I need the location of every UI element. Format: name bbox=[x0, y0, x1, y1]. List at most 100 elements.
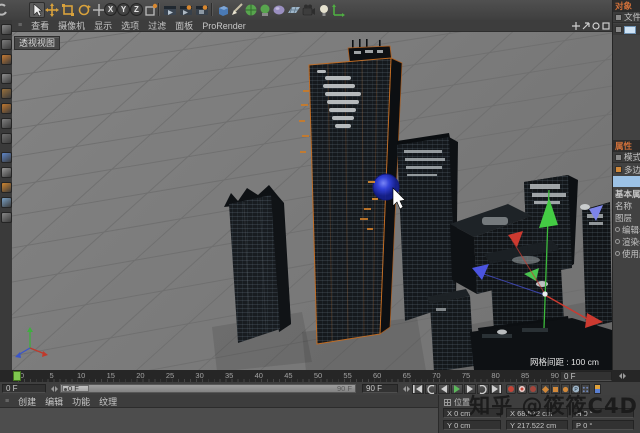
current-frame-field[interactable]: 0 F bbox=[560, 371, 612, 381]
keying-preset-icon[interactable] bbox=[594, 384, 601, 394]
dock-tool-icon[interactable] bbox=[1, 88, 12, 99]
tab-objects[interactable]: 对象 bbox=[613, 0, 640, 12]
objects-file-menu[interactable]: 文件 bbox=[613, 12, 640, 23]
vp-menu-camera[interactable]: 摄像机 bbox=[58, 19, 85, 32]
coordinate-system-icon[interactable] bbox=[143, 2, 159, 18]
scale-tool-icon[interactable] bbox=[60, 2, 76, 18]
attr-row-renderer-visible[interactable]: 渲染器可见 bbox=[613, 236, 640, 247]
vp-menu-options[interactable]: 选项 bbox=[121, 19, 139, 32]
end-frame-field[interactable]: 90 F bbox=[362, 384, 398, 393]
autokey-button[interactable] bbox=[517, 384, 527, 394]
dock-tool-icon[interactable] bbox=[1, 24, 12, 35]
goto-end-button[interactable] bbox=[490, 384, 502, 394]
size-y-field[interactable]: Y 217.522 cm bbox=[506, 420, 568, 430]
camera-icon[interactable] bbox=[301, 2, 317, 18]
loop-start-field[interactable]: 0 F bbox=[2, 384, 46, 393]
mat-menu-function[interactable]: 功能 bbox=[72, 395, 90, 408]
live-selection-tool-icon[interactable] bbox=[29, 2, 45, 18]
loop-start-dec-icon[interactable] bbox=[48, 386, 54, 392]
play-forward-button[interactable] bbox=[451, 384, 463, 394]
play-reverse-button[interactable] bbox=[425, 384, 437, 394]
dock-tool-icon[interactable] bbox=[1, 133, 12, 144]
building-left-tower[interactable] bbox=[224, 185, 291, 343]
mat-menu-edit[interactable]: 编辑 bbox=[45, 395, 63, 408]
mat-menu-create[interactable]: 创建 bbox=[18, 395, 36, 408]
goto-start-button[interactable] bbox=[412, 384, 424, 394]
position-y-field[interactable]: Y 0 cm bbox=[443, 420, 501, 430]
material-manager-area[interactable] bbox=[0, 408, 438, 433]
toggle-circle-icon[interactable] bbox=[615, 239, 620, 244]
dock-tool-icon[interactable] bbox=[1, 39, 12, 50]
undo-icon[interactable] bbox=[0, 2, 9, 18]
attributes-mode-menu[interactable]: 模式 bbox=[613, 152, 640, 163]
vp-menu-view[interactable]: 查看 bbox=[31, 19, 49, 32]
record-rotation-toggle[interactable] bbox=[561, 384, 570, 394]
toggle-circle-icon[interactable] bbox=[615, 251, 620, 256]
rotation-p-field[interactable]: P 0 ° bbox=[572, 420, 634, 430]
render-view-icon[interactable] bbox=[162, 2, 178, 18]
polygon-object-icon bbox=[615, 166, 622, 173]
previous-frame-button[interactable] bbox=[438, 384, 450, 394]
object-name-highlight[interactable] bbox=[624, 25, 636, 34]
vp-menu-prorender[interactable]: ProRender bbox=[202, 21, 246, 31]
record-pla-toggle[interactable] bbox=[581, 384, 590, 394]
viewport-title[interactable]: 透视视图 bbox=[14, 36, 61, 50]
position-x-field[interactable]: X 0 cm bbox=[443, 408, 501, 418]
dock-tool-icon[interactable] bbox=[1, 118, 12, 129]
next-frame-button[interactable] bbox=[464, 384, 476, 394]
record-scale-toggle[interactable] bbox=[551, 384, 560, 394]
record-parameter-toggle[interactable]: P bbox=[571, 384, 580, 394]
render-picture-viewer-icon[interactable] bbox=[178, 2, 194, 18]
dock-tool-icon[interactable] bbox=[1, 197, 12, 208]
vp-menu-panel[interactable]: 面板 bbox=[175, 19, 193, 32]
render-settings-icon[interactable] bbox=[194, 2, 210, 18]
rotate-tool-icon[interactable] bbox=[76, 2, 92, 18]
viewport-zoom-icon[interactable] bbox=[582, 21, 590, 30]
dock-tool-icon[interactable] bbox=[1, 167, 12, 178]
frame-inc-icon[interactable] bbox=[623, 373, 629, 379]
toggle-circle-icon[interactable] bbox=[615, 227, 620, 232]
range-slider-handle[interactable]: 0 F bbox=[62, 384, 89, 393]
volume-icon[interactable] bbox=[271, 2, 287, 18]
dock-tool-icon[interactable] bbox=[1, 152, 12, 163]
mat-menu-texture[interactable]: 纹理 bbox=[99, 395, 117, 408]
dock-tool-icon[interactable] bbox=[1, 182, 12, 193]
viewport-scene: 网格间距 : 100 cm bbox=[12, 32, 612, 370]
floor-icon[interactable] bbox=[286, 2, 302, 18]
timeline-range-slider[interactable]: 0 F 90 F bbox=[60, 384, 356, 393]
attribute-object-type: 多边形 bbox=[613, 164, 640, 175]
viewport-rotate-icon[interactable] bbox=[592, 21, 600, 30]
attr-row-use-color[interactable]: 使用颜色 bbox=[613, 248, 640, 259]
timeline-playhead[interactable] bbox=[13, 371, 21, 381]
move-tool-icon[interactable] bbox=[44, 2, 60, 18]
size-x-field[interactable]: X 68.572 cm bbox=[506, 408, 568, 418]
keyframe-selection-button[interactable] bbox=[528, 384, 538, 394]
section-basic[interactable]: 基本属性 bbox=[613, 188, 640, 199]
frame-dec-icon[interactable] bbox=[616, 373, 622, 379]
main-toolbar: X Y Z bbox=[0, 0, 640, 21]
dock-tool-icon[interactable] bbox=[1, 212, 12, 223]
axis-x-lock-button[interactable]: X bbox=[104, 3, 117, 16]
dock-tool-icon[interactable] bbox=[1, 103, 12, 114]
rotation-h-field[interactable]: H 0 ° bbox=[572, 408, 634, 418]
viewport-3d[interactable]: 网格间距 : 100 cm 透视视图 bbox=[12, 32, 612, 370]
workplane-icon[interactable] bbox=[330, 2, 346, 18]
axis-z-lock-button[interactable]: Z bbox=[130, 3, 143, 16]
viewport-pan-icon[interactable] bbox=[572, 21, 580, 30]
vp-menu-display[interactable]: 显示 bbox=[94, 19, 112, 32]
loop-forward-button[interactable] bbox=[477, 384, 489, 394]
object-item[interactable] bbox=[613, 24, 640, 35]
axis-y-lock-button[interactable]: Y bbox=[117, 3, 130, 16]
tab-attributes[interactable]: 属性 bbox=[613, 140, 640, 152]
viewport-toggle-icon[interactable] bbox=[602, 21, 610, 30]
record-position-toggle[interactable] bbox=[541, 384, 550, 394]
vp-menu-filter[interactable]: 过滤 bbox=[148, 19, 166, 32]
dock-tool-icon[interactable] bbox=[1, 54, 12, 65]
dock-tool-icon[interactable] bbox=[1, 73, 12, 84]
attr-row-editor-visible[interactable]: 编辑器可见 bbox=[613, 224, 640, 235]
end-dec-icon[interactable] bbox=[400, 386, 406, 392]
record-keyframe-button[interactable] bbox=[506, 384, 516, 394]
attribute-name-field-highlight[interactable] bbox=[613, 176, 640, 187]
viewport-menubar: ≡ 查看 摄像机 显示 选项 过滤 面板 ProRender bbox=[12, 20, 612, 32]
ruler-tick-label: 25 bbox=[165, 371, 175, 380]
